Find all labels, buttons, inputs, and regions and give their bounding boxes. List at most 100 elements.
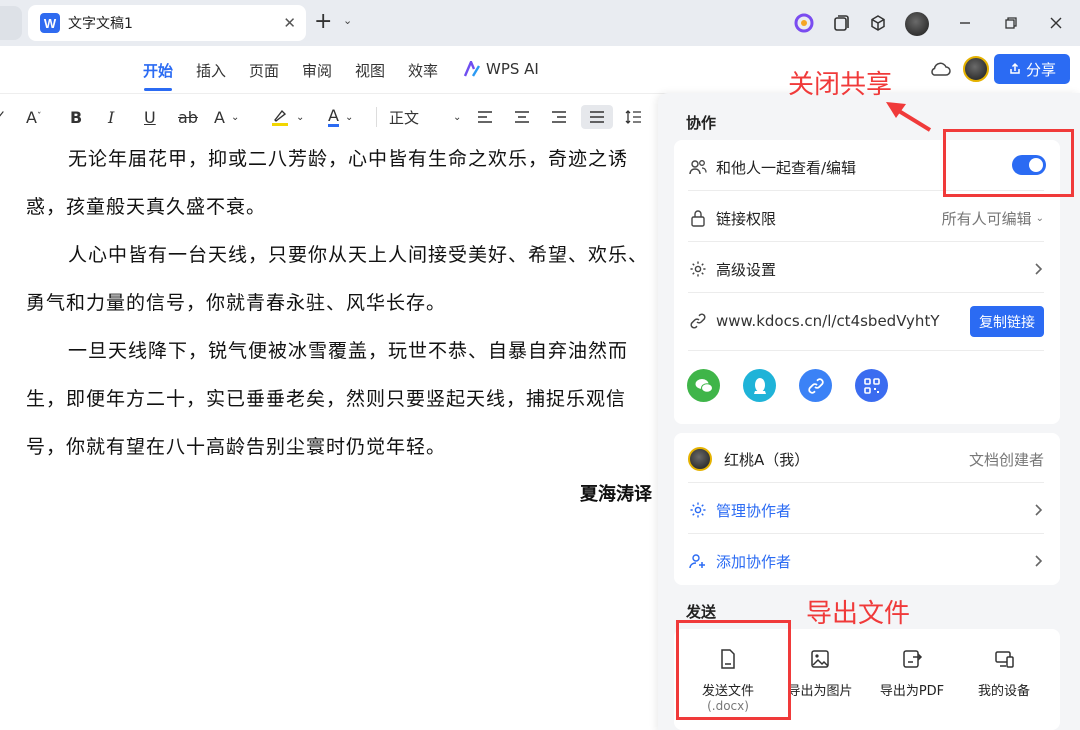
strikethrough-button[interactable]: ab bbox=[178, 105, 198, 129]
image-icon bbox=[811, 650, 829, 668]
menu-efficiency[interactable]: 效率 bbox=[408, 60, 438, 81]
share-button[interactable]: 分享 bbox=[994, 54, 1070, 84]
pdf-export-icon bbox=[903, 650, 923, 668]
add-collaborator-row[interactable]: 添加协作者 bbox=[688, 549, 1044, 573]
translator-signature: 夏海涛译 bbox=[580, 484, 652, 505]
chevron-down-icon: ⌄ bbox=[296, 111, 305, 123]
new-tab-icon[interactable]: + bbox=[314, 10, 332, 34]
align-left-icon[interactable] bbox=[476, 105, 494, 129]
menu-wps-ai[interactable]: WPS AI bbox=[463, 60, 539, 78]
bold-button[interactable]: B bbox=[70, 105, 82, 129]
document-line: 一旦天线降下，锐气便被冰雪覆盖，玩世不恭、自暴自弃油然而 bbox=[68, 340, 629, 362]
owner-row: 红桃A（我） 文档创建者 bbox=[688, 447, 1044, 471]
export-pdf-button[interactable]: 导出为PDF bbox=[867, 648, 957, 699]
document-canvas[interactable]: 无论年届花甲，抑或二八芳龄，心中皆有生命之欢乐，奇迹之诱 惑，孩童般天真久盛不衰… bbox=[0, 140, 660, 730]
menu-page[interactable]: 页面 bbox=[249, 60, 279, 81]
qrcode-icon[interactable] bbox=[855, 369, 888, 402]
font-color-label: A bbox=[328, 105, 339, 127]
export-pdf-label: 导出为PDF bbox=[879, 684, 945, 699]
chevron-down-icon: ⌄ bbox=[1035, 212, 1044, 224]
link-icon[interactable] bbox=[799, 369, 832, 402]
wps-ai-icon bbox=[463, 61, 481, 77]
link-permission-label: 链接权限 bbox=[716, 209, 777, 228]
annotation-export-file: 导出文件 bbox=[806, 599, 911, 629]
manage-collaborators-row[interactable]: 管理协作者 bbox=[688, 498, 1044, 522]
owner-avatar bbox=[688, 447, 712, 471]
menu-review[interactable]: 审阅 bbox=[302, 60, 332, 81]
document-line: 人心中皆有一台天线，只要你从天上人间接受美好、希望、欢乐、 bbox=[68, 244, 649, 266]
font-color-button[interactable]: A ⌄ bbox=[328, 105, 353, 129]
chevron-right-icon bbox=[1034, 503, 1044, 517]
close-tab-icon[interactable]: ✕ bbox=[283, 14, 296, 32]
document-line: 号，你就有望在八十高龄告别尘寰时仍觉年轻。 bbox=[26, 436, 447, 458]
line-spacing-icon[interactable] bbox=[625, 105, 643, 129]
chevron-right-icon bbox=[1034, 554, 1044, 568]
decrease-font-icon[interactable]: Aˇ bbox=[26, 105, 41, 129]
chevron-down-icon[interactable]: ⌄ bbox=[343, 14, 352, 27]
gear-icon bbox=[688, 500, 708, 520]
users-icon bbox=[688, 157, 708, 177]
collab-toggle-label: 和他人一起查看/编辑 bbox=[716, 158, 857, 177]
close-window-icon[interactable] bbox=[1043, 10, 1069, 36]
document-tab[interactable]: W 文字文稿1 ✕ bbox=[28, 5, 306, 41]
toolbar-divider bbox=[376, 107, 377, 127]
restore-icon[interactable] bbox=[998, 10, 1024, 36]
document-line: 惑，孩童般天真久盛不衰。 bbox=[26, 196, 267, 218]
menu-wps-ai-label: WPS AI bbox=[486, 60, 539, 78]
chevron-down-icon: ⌄ bbox=[344, 111, 354, 123]
collaborator-avatar[interactable] bbox=[963, 56, 989, 82]
cloud-icon[interactable] bbox=[928, 58, 952, 80]
paragraph-style-value: 正文 bbox=[389, 108, 420, 127]
advanced-settings-label: 高级设置 bbox=[716, 260, 777, 279]
chevron-down-icon: ⌄ bbox=[453, 111, 462, 123]
chevron-right-icon bbox=[1034, 262, 1044, 276]
document-line: 无论年届花甲，抑或二八芳龄，心中皆有生命之欢乐，奇迹之诱 bbox=[68, 148, 629, 170]
annotation-arrow bbox=[886, 102, 932, 132]
ai-assistant-icon[interactable] bbox=[793, 12, 815, 34]
paragraph-style-select[interactable]: 正文 ⌄ bbox=[389, 105, 461, 129]
row-divider bbox=[688, 350, 1044, 351]
font-effect-button[interactable]: A ⌄ bbox=[214, 105, 239, 129]
share-icon bbox=[1010, 62, 1020, 74]
document-line: 勇气和力量的信号，你就青春永驻、风华长存。 bbox=[26, 292, 447, 314]
share-button-label: 分享 bbox=[1025, 60, 1056, 79]
align-right-icon[interactable] bbox=[550, 105, 568, 129]
wechat-icon[interactable] bbox=[687, 369, 720, 402]
annotation-send-file-highlight bbox=[676, 620, 791, 720]
link-permission-row[interactable]: 链接权限 所有人可编辑 ⌄ bbox=[688, 206, 1044, 230]
italic-button[interactable]: I bbox=[108, 105, 114, 129]
copy-link-button[interactable]: 复制链接 bbox=[970, 306, 1044, 337]
increase-font-icon[interactable]: ᐟ bbox=[0, 105, 5, 129]
menu-home[interactable]: 开始 bbox=[143, 60, 173, 81]
menu-bar: 开始 插入 页面 审阅 视图 效率 WPS AI bbox=[0, 46, 1080, 94]
share-link-row: www.kdocs.cn/l/ct4sbedVyhtY bbox=[688, 309, 958, 333]
underline-button[interactable]: U bbox=[144, 105, 156, 129]
highlight-button[interactable]: ⌄ bbox=[270, 105, 304, 129]
advanced-settings-row[interactable]: 高级设置 bbox=[688, 257, 1044, 281]
collab-section-title: 协作 bbox=[686, 114, 717, 132]
link-permission-select[interactable]: 所有人可编辑 ⌄ bbox=[942, 208, 1044, 229]
justify-icon[interactable] bbox=[581, 105, 613, 129]
add-user-icon bbox=[688, 551, 708, 571]
menu-view[interactable]: 视图 bbox=[355, 60, 385, 81]
row-divider bbox=[688, 482, 1044, 483]
export-image-label: 导出为图片 bbox=[787, 684, 853, 699]
menu-insert[interactable]: 插入 bbox=[196, 60, 226, 81]
minimize-icon[interactable] bbox=[952, 10, 978, 36]
send-section-title: 发送 bbox=[686, 603, 717, 621]
title-bar: W 文字文稿1 ✕ + ⌄ bbox=[0, 0, 1080, 46]
my-devices-label: 我的设备 bbox=[977, 684, 1030, 699]
owner-name: 红桃A（我） bbox=[724, 450, 810, 469]
qq-icon[interactable] bbox=[743, 369, 776, 402]
align-center-icon[interactable] bbox=[513, 105, 531, 129]
user-avatar[interactable] bbox=[905, 12, 929, 36]
cube-icon[interactable] bbox=[867, 12, 889, 34]
row-divider bbox=[688, 292, 1044, 293]
lock-icon bbox=[688, 208, 708, 228]
annotation-close-share: 关闭共享 bbox=[788, 70, 893, 100]
link-icon bbox=[688, 311, 708, 331]
previous-tab[interactable] bbox=[0, 6, 22, 40]
share-link-url[interactable]: www.kdocs.cn/l/ct4sbedVyhtY bbox=[716, 312, 939, 330]
my-devices-button[interactable]: 我的设备 bbox=[959, 648, 1049, 699]
window-copy-icon[interactable] bbox=[830, 12, 852, 34]
